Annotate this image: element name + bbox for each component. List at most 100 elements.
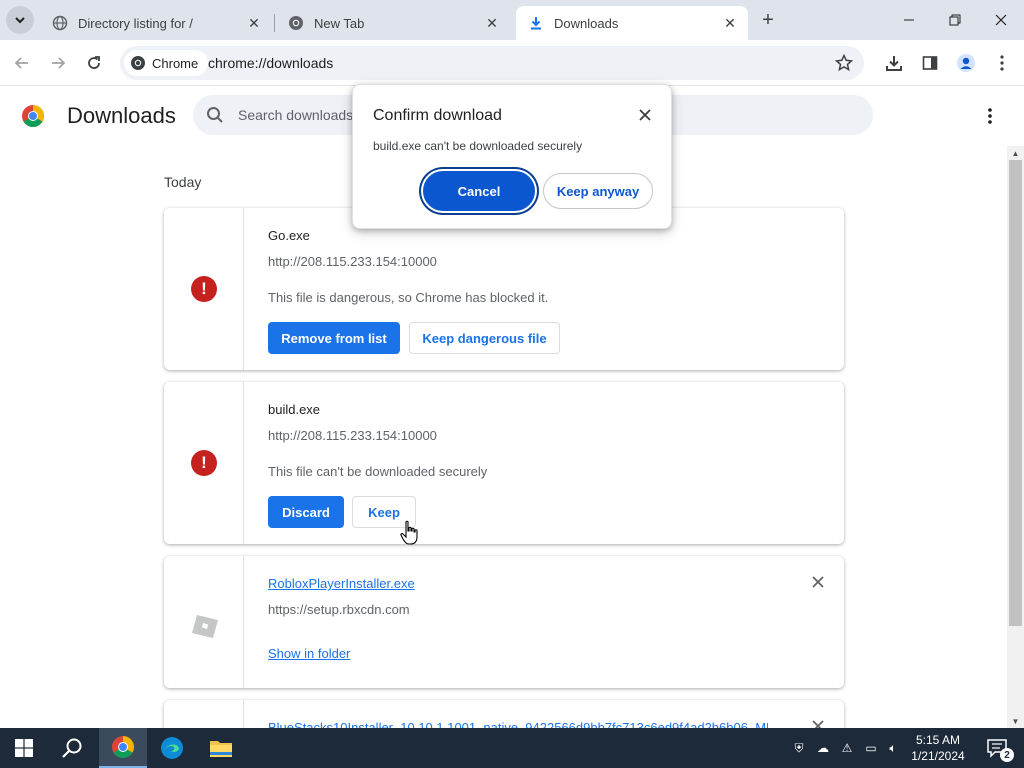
restore-button[interactable]	[932, 0, 978, 40]
tab-directory-listing[interactable]: Directory listing for / ✕	[40, 6, 272, 40]
notification-center-button[interactable]: 2	[978, 728, 1018, 768]
chrome-logo-icon	[22, 105, 44, 127]
dialog-close-button[interactable]	[635, 105, 655, 125]
avatar-icon	[957, 54, 975, 72]
tab-strip: Directory listing for / ✕ New Tab ✕ Down…	[0, 0, 1024, 40]
side-panel-icon	[922, 56, 938, 70]
tab-title: New Tab	[314, 15, 365, 31]
date-section-label: Today	[164, 174, 202, 190]
close-window-button[interactable]	[978, 0, 1024, 40]
file-name-link[interactable]: RobloxPlayerInstaller.exe	[268, 576, 415, 591]
keep-dangerous-file-button[interactable]: Keep dangerous file	[409, 322, 560, 354]
browser-menu-button[interactable]	[988, 49, 1016, 77]
search-icon	[207, 107, 223, 123]
scrollbar-thumb[interactable]	[1009, 160, 1022, 626]
search-icon	[62, 738, 82, 758]
chrome-icon	[131, 56, 145, 70]
file-source-url: http://208.115.233.154:10000	[268, 428, 437, 443]
taskbar-file-explorer[interactable]	[197, 728, 245, 768]
page-scrollbar[interactable]: ▲ ▼	[1007, 146, 1024, 728]
start-button[interactable]	[0, 728, 48, 768]
more-actions-button[interactable]	[978, 104, 1002, 128]
danger-icon: !	[191, 276, 217, 302]
chrome-icon	[112, 736, 134, 758]
download-item: ! Go.exe http://208.115.233.154:10000 Th…	[164, 208, 844, 370]
close-icon	[995, 14, 1007, 26]
file-source-url: http://208.115.233.154:10000	[268, 254, 437, 269]
hand-pointer-icon	[400, 520, 418, 545]
file-icon-column: !	[164, 208, 244, 370]
scroll-up-arrow-icon[interactable]: ▲	[1007, 146, 1024, 160]
chrome-icon	[288, 15, 304, 31]
arrow-right-icon	[52, 57, 66, 69]
download-item: ! build.exe http://208.115.233.154:10000…	[164, 382, 844, 544]
folder-icon	[210, 741, 232, 757]
forward-button[interactable]	[44, 49, 72, 77]
minimize-icon	[904, 19, 914, 21]
reload-button[interactable]	[80, 49, 108, 77]
file-name: build.exe	[268, 402, 321, 417]
file-status: This file can't be downloaded securely	[268, 464, 488, 479]
tab-new-tab[interactable]: New Tab ✕	[276, 6, 510, 40]
taskbar-clock[interactable]: 5:15 AM 1/21/2024	[902, 732, 974, 764]
tab-close-icon[interactable]: ✕	[720, 13, 740, 33]
side-panel-button[interactable]	[916, 49, 944, 77]
security-tray-icon[interactable]: ⛨	[791, 740, 807, 756]
tab-search-button[interactable]	[6, 6, 34, 34]
dialog-title: Confirm download	[373, 107, 502, 124]
kebab-menu-icon	[988, 108, 992, 124]
show-in-folder-link[interactable]: Show in folder	[268, 646, 350, 661]
tab-close-icon[interactable]: ✕	[244, 13, 264, 33]
close-icon	[812, 576, 824, 588]
taskbar-search-button[interactable]	[48, 728, 96, 768]
back-button[interactable]	[8, 49, 36, 77]
new-tab-button[interactable]: +	[756, 8, 780, 32]
edge-icon	[161, 737, 183, 759]
discard-button[interactable]: Discard	[268, 496, 344, 528]
scroll-down-arrow-icon[interactable]: ▼	[1007, 714, 1024, 728]
download-item: RobloxPlayerInstaller.exe https://setup.…	[164, 556, 844, 688]
taskbar-edge[interactable]	[148, 728, 196, 768]
reload-icon	[88, 56, 100, 69]
url-text[interactable]: chrome://downloads	[208, 55, 333, 71]
minimize-button[interactable]	[886, 0, 932, 40]
tab-title: Directory listing for /	[78, 15, 193, 31]
file-icon-column: !	[164, 382, 244, 544]
file-icon-column	[164, 556, 244, 688]
roblox-icon	[192, 615, 218, 638]
bookmark-button[interactable]	[834, 53, 854, 73]
arrow-left-icon	[14, 57, 28, 69]
remove-item-button[interactable]	[810, 574, 826, 590]
kebab-menu-icon	[1000, 55, 1004, 71]
chip-label: Chrome	[152, 55, 199, 71]
address-bar[interactable]: Chrome chrome://downloads	[120, 46, 864, 80]
clock-time: 5:15 AM	[915, 733, 961, 747]
tab-downloads[interactable]: Downloads ✕	[516, 6, 748, 40]
notification-count-badge: 2	[1000, 748, 1014, 762]
volume-muted-icon[interactable]: 🔈︎	[885, 740, 901, 756]
clock-date: 1/21/2024	[911, 749, 965, 763]
danger-icon: !	[191, 450, 217, 476]
taskbar-chrome[interactable]	[99, 728, 147, 768]
restore-icon	[949, 14, 961, 26]
network-icon[interactable]: ▭	[863, 740, 879, 756]
globe-icon	[52, 15, 68, 31]
plus-icon: +	[762, 8, 774, 31]
tab-divider	[274, 14, 275, 32]
keep-anyway-button[interactable]: Keep anyway	[543, 173, 653, 209]
warning-tray-icon[interactable]: ⚠	[839, 740, 855, 756]
remove-from-list-button[interactable]: Remove from list	[268, 322, 400, 354]
tab-title: Downloads	[554, 15, 619, 31]
file-status: This file is dangerous, so Chrome has bl…	[268, 290, 549, 305]
site-info-chip[interactable]: Chrome	[124, 50, 209, 76]
cancel-button[interactable]: Cancel	[423, 171, 535, 211]
profile-button[interactable]	[952, 49, 980, 77]
onedrive-icon[interactable]: ☁	[815, 740, 831, 756]
file-source-url: https://setup.rbxcdn.com	[268, 602, 410, 617]
tab-close-icon[interactable]: ✕	[482, 13, 502, 33]
download-icon	[886, 56, 902, 71]
confirm-download-dialog: Confirm download build.exe can't be down…	[352, 84, 672, 229]
windows-taskbar: ⛨ ☁ ⚠ ▭ 🔈︎ 5:15 AM 1/21/2024 2	[0, 728, 1024, 768]
page-title: Downloads	[67, 103, 176, 128]
downloads-button[interactable]	[880, 49, 908, 77]
